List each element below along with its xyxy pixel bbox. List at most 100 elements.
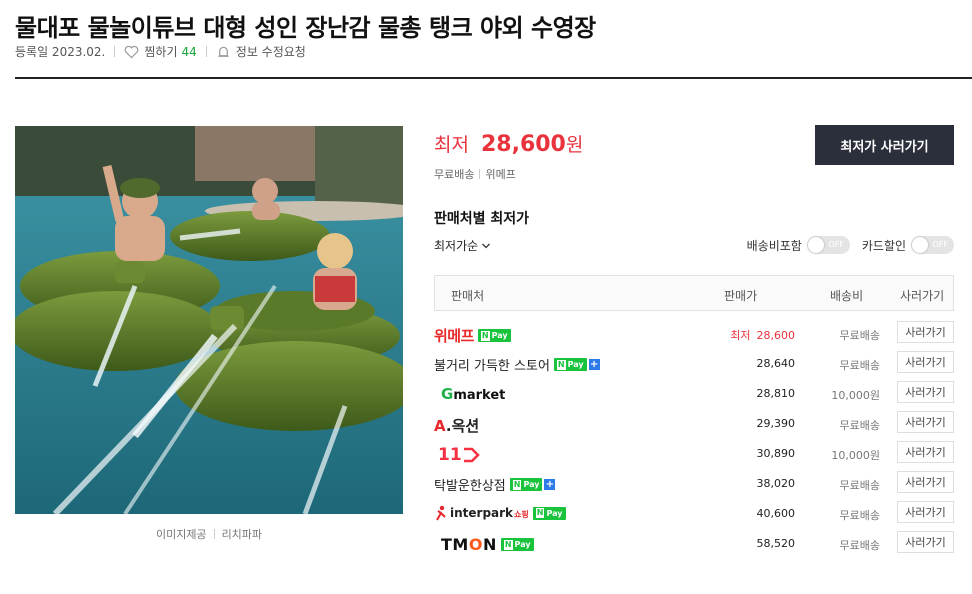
wish-count: 44 [181,44,197,59]
11st-logo: 11 [438,445,462,465]
npay-badge: N Pay [477,329,511,342]
seller-price: 최저 28,600 [730,329,795,342]
seller-price: 28,810 [756,387,796,400]
currency-unit: 원 [565,134,584,156]
image-provider-name: 리치파파 [221,528,263,541]
plus-membership-icon: + [588,359,600,370]
11st-logo-arrow [463,447,480,463]
seller-store[interactable]: A.옥션 [434,415,479,436]
seller-shipping: 무료배송 [839,419,880,432]
seller-store[interactable]: 11 [434,445,480,465]
toggle-off-text: OFF [828,240,844,249]
seller-buy-button[interactable]: 사러가기 [897,501,954,523]
product-meta: 등록일 2023.02. 찜하기 44 정보 수정요청 [15,43,306,60]
auction-logo: A.옥션 [434,417,480,435]
seller-shipping: 무료배송 [839,329,880,342]
seller-shipping: 무료배송 [839,539,880,552]
seller-store[interactable]: interpark쇼핑 N Pay [434,505,566,521]
table-row: interpark쇼핑 N Pay 40,600 무료배송 사러가기 [434,498,954,528]
lowest-store: 위메프 [485,168,516,181]
image-credit: 이미지제공 리치파파 [15,526,403,542]
wish-label: 찜하기 [144,45,178,59]
seller-shipping: 무료배송 [839,509,880,522]
shipping-toggle[interactable]: OFF [806,236,850,254]
interpark-figure-icon [436,505,446,521]
divider [479,169,481,179]
sellers-section-title: 판매처별 최저가 [434,211,530,227]
product-image[interactable] [15,126,403,514]
lowest-price: 최저 28,600 원 [434,130,583,157]
seller-buy-button[interactable]: 사러가기 [897,351,954,373]
seller-store[interactable]: 불거리 가득한 스토어 N Pay + [434,355,600,374]
product-photo-illustration [15,126,403,514]
filter-toggles: 배송비포함 OFF 카드할인 OFF [747,236,954,254]
seller-buy-button[interactable]: 사러가기 [897,381,954,403]
seller-price: 28,640 [756,357,796,370]
shipping-info: 무료배송 [434,168,475,181]
npay-badge: N Pay [532,506,566,520]
seller-price: 38,020 [756,477,796,490]
column-shipping: 배송비 [830,289,864,303]
toggle-off-text: OFF [932,240,949,249]
sort-dropdown[interactable]: 최저가순 [434,237,491,254]
lowest-price-value: 28,600 [480,132,566,157]
card-toggle-label: 카드할인 [861,238,906,253]
lowest-price-label: 최저 [434,134,469,156]
seller-shipping: 무료배송 [839,479,880,492]
seller-price: 30,890 [756,447,796,460]
bell-icon [218,46,229,57]
tmon-logo: TMON [441,535,497,554]
image-provider-label: 이미지제공 [155,528,207,541]
plus-membership-icon: + [544,479,556,490]
seller-buy-button[interactable]: 사러가기 [897,531,954,553]
seller-shipping: 무료배송 [839,359,880,372]
seller-shipping: 10,000원 [831,449,880,462]
gmarket-logo: Gmarket [441,385,506,403]
toggle-knob [807,237,824,253]
store-name: 불거리 가득한 스토어 [434,359,550,374]
chevron-down-icon [482,243,491,248]
seller-store[interactable]: TMON N Pay [434,535,534,554]
lowest-price-info: 무료배송 위메프 [434,166,516,182]
seller-shipping: 10,000원 [831,389,880,402]
column-store: 판매처 [451,289,485,303]
shipping-toggle-label: 배송비포함 [746,238,802,253]
npay-badge: N Pay [509,478,543,491]
seller-price: 58,520 [756,537,796,550]
table-row: Gmarket 28,810 10,000원 사러가기 [434,378,954,408]
sellers-table-header: 판매처 판매가 배송비 사러가기 [434,275,954,311]
npay-badge: N Pay [553,358,587,371]
column-buy: 사러가기 [900,289,945,303]
report-button[interactable]: 정보 수정요청 [216,43,306,60]
seller-store[interactable]: 탁발운한상점 N Pay + [434,475,556,494]
table-row: 불거리 가득한 스토어 N Pay + 28,640 무료배송 사러가기 [434,348,954,378]
wemakeprice-logo: 위메프 [434,327,474,345]
divider [114,46,116,57]
card-discount-toggle[interactable]: OFF [911,236,954,254]
report-label: 정보 수정요청 [235,45,306,59]
product-title: 물대포 물놀이튜브 대형 성인 장난감 물총 탱크 야외 수영장 [15,14,596,42]
table-row: A.옥션 29,390 무료배송 사러가기 [434,408,954,438]
table-row: 탁발운한상점 N Pay + 38,020 무료배송 사러가기 [434,468,954,498]
seller-price: 40,600 [756,507,796,520]
divider [205,46,207,57]
divider [213,529,215,539]
wish-button[interactable]: 찜하기 44 [124,43,197,60]
column-price: 판매가 [724,289,758,303]
seller-buy-button[interactable]: 사러가기 [897,471,954,493]
heart-icon [125,45,139,58]
lowest-price-buy-button[interactable]: 최저가 사러가기 [815,125,954,165]
table-row: 11 30,890 10,000원 사러가기 [434,438,954,468]
seller-store[interactable]: 위메프 N Pay [434,325,511,346]
seller-buy-button[interactable]: 사러가기 [897,321,954,343]
npay-badge: N Pay [500,538,534,551]
toggle-knob [912,237,928,253]
seller-price: 29,390 [756,417,796,430]
seller-buy-button[interactable]: 사러가기 [897,411,954,433]
table-row: TMON N Pay 58,520 무료배송 사러가기 [434,528,954,558]
sort-label: 최저가순 [434,239,479,253]
table-row: 위메프 N Pay 최저 28,600 무료배송 사러가기 [434,318,954,348]
seller-buy-button[interactable]: 사러가기 [897,441,954,463]
seller-store[interactable]: Gmarket [434,385,505,403]
registered-date: 등록일 2023.02. [15,45,106,59]
